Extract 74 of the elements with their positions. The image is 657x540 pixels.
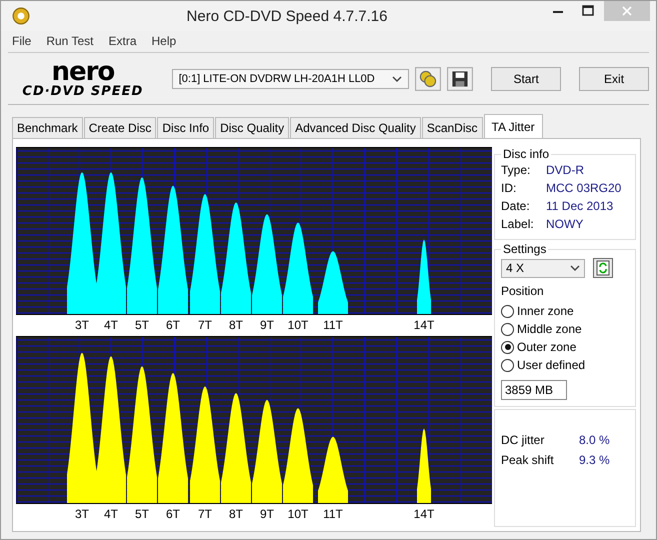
- axis-label: 5T: [135, 507, 149, 521]
- save-icon[interactable]: [447, 66, 474, 90]
- tab[interactable]: Create Disc: [84, 117, 156, 138]
- axis-label: 11T: [323, 318, 343, 332]
- field-label: Date:: [501, 198, 531, 215]
- position-label: Position: [501, 284, 545, 298]
- radio-option[interactable]: Outer zone: [501, 338, 629, 356]
- axis-label: 14T: [414, 318, 434, 332]
- axis-label: 5T: [135, 318, 149, 332]
- axis-label: 7T: [198, 318, 212, 332]
- axis-label: 8T: [229, 507, 243, 521]
- axis-label: 4T: [104, 507, 118, 521]
- axis-label: 14T: [414, 507, 434, 521]
- histogram-peak: [318, 436, 348, 503]
- axis-label: 6T: [166, 318, 180, 332]
- axis-label: 6T: [166, 507, 180, 521]
- radio-button[interactable]: [501, 358, 514, 372]
- tab[interactable]: Disc Quality: [215, 117, 290, 138]
- result-value: 9.3 %: [579, 452, 610, 469]
- result-label: DC jitter: [501, 432, 546, 449]
- axis-label: 9T: [260, 318, 274, 332]
- histogram-peak: [318, 251, 348, 314]
- field-value: 11 Dec 2013: [546, 198, 614, 215]
- size-field[interactable]: 3859 MB: [501, 380, 567, 400]
- field-label: ID:: [501, 180, 518, 197]
- chevron-icon: [570, 265, 580, 271]
- axis-label: 3T: [75, 507, 89, 521]
- radio-label: Inner zone: [517, 303, 574, 320]
- radio-label: Middle zone: [517, 321, 582, 338]
- logo-product: CD·DVD SPEED: [22, 85, 144, 98]
- result-value: 8.0 %: [579, 432, 610, 449]
- field-value: NOWY: [546, 216, 584, 233]
- toolbar-button[interactable]: Start: [491, 66, 562, 90]
- menu-item[interactable]: File: [12, 34, 32, 48]
- disc-swap-icon[interactable]: [415, 66, 442, 90]
- field-label: Label:: [501, 216, 535, 233]
- chevron-icon: [392, 76, 402, 82]
- menu-item[interactable]: Run Test: [46, 34, 94, 48]
- field-value: DVD-R: [546, 162, 584, 179]
- toolbar-button[interactable]: Exit: [579, 66, 649, 90]
- axis-label: 7T: [198, 507, 212, 521]
- tab[interactable]: Disc Info: [157, 117, 214, 138]
- axis-label: 8T: [229, 318, 243, 332]
- radio-option[interactable]: Inner zone: [501, 302, 629, 320]
- radio-button[interactable]: [501, 322, 514, 336]
- logo-brand: nero: [51, 59, 114, 85]
- axis-label: 9T: [260, 507, 274, 521]
- radio-button[interactable]: [501, 340, 514, 354]
- app-icon: [12, 7, 30, 25]
- group-title: Settings: [502, 242, 548, 256]
- refresh-icon[interactable]: [593, 258, 613, 278]
- radio-option[interactable]: User defined: [501, 356, 629, 374]
- axis-label: 10T: [288, 507, 308, 521]
- drive-select[interactable]: [0:1] LITE-ON DVDRW LH-20A1H LL0D: [172, 68, 410, 88]
- axis-label: 11T: [323, 507, 343, 521]
- radio-option[interactable]: Middle zone: [501, 320, 629, 338]
- field-value: MCC 03RG20: [546, 180, 622, 197]
- menu-item[interactable]: Extra: [108, 34, 136, 48]
- tab[interactable]: Benchmark: [12, 117, 83, 138]
- radio-button[interactable]: [501, 304, 514, 318]
- tab[interactable]: ScanDisc: [422, 117, 483, 138]
- result-label: Peak shift: [501, 452, 555, 469]
- axis-label: 10T: [288, 318, 308, 332]
- field-label: Type:: [501, 162, 532, 179]
- menu-item[interactable]: Help: [152, 34, 176, 48]
- radio-label: Outer zone: [517, 339, 576, 356]
- window-title: Nero CD-DVD Speed 4.7.7.16: [186, 8, 388, 24]
- axis-label: 3T: [75, 318, 89, 332]
- group-title: Disc info: [502, 147, 550, 161]
- radio-label: User defined: [517, 357, 586, 374]
- tab[interactable]: TA Jitter: [484, 114, 543, 138]
- axis-label: 4T: [104, 318, 118, 332]
- tab[interactable]: Advanced Disc Quality: [290, 117, 421, 138]
- speed-select[interactable]: 4 X: [501, 258, 585, 278]
